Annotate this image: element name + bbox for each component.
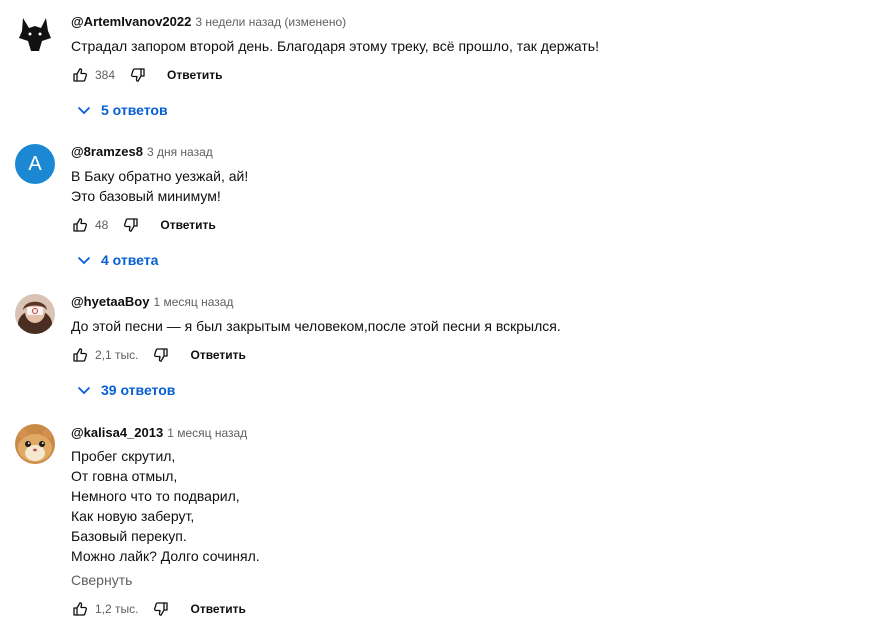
thumbs-up-icon — [73, 348, 88, 362]
comment-line: Страдал запором второй день. Благодаря э… — [71, 38, 599, 54]
thumbs-up-icon — [73, 218, 88, 232]
thumbs-up-icon — [73, 68, 88, 82]
dislike-button[interactable] — [129, 66, 147, 84]
comment-author[interactable]: @hyetaaBoy — [71, 294, 149, 309]
like-button[interactable] — [71, 346, 89, 364]
reply-button[interactable]: Ответить — [190, 348, 245, 362]
dislike-button[interactable] — [152, 346, 170, 364]
hamster-photo — [15, 424, 55, 464]
chevron-down-icon — [76, 102, 92, 118]
reply-button[interactable]: Ответить — [190, 602, 245, 616]
thumbs-down-icon — [131, 68, 145, 82]
view-replies-button[interactable]: 5 ответов — [76, 100, 168, 120]
like-count: 1,2 тыс. — [95, 602, 139, 616]
replies-count-label: 5 ответов — [101, 102, 168, 118]
comment-line: Немного что то подварил, — [71, 488, 240, 504]
chevron-down-icon — [76, 252, 92, 268]
comment-author[interactable]: @8ramzes8 — [71, 144, 143, 159]
like-button[interactable] — [71, 216, 89, 234]
comment-line: Это базовый минимум! — [71, 188, 221, 204]
comment-actions: 48 Ответить — [71, 215, 216, 235]
reply-button[interactable]: Ответить — [160, 218, 215, 232]
view-replies-button[interactable]: 4 ответа — [76, 250, 158, 270]
like-count: 384 — [95, 68, 116, 82]
comment-line: Как новую заберут, — [71, 508, 195, 524]
comment-header: @kalisa4_2013 1 месяц назад — [71, 424, 247, 442]
dislike-button[interactable] — [122, 216, 140, 234]
comment-actions: 384 Ответить — [71, 65, 222, 85]
comment-text: В Баку обратно уезжай, ай! Это базовый м… — [71, 166, 248, 206]
thumbs-down-icon — [124, 218, 139, 232]
replies-count-label: 39 ответов — [101, 382, 176, 398]
comment-header: @8ramzes8 3 дня назад — [71, 143, 213, 161]
comment-header: @hyetaaBoy 1 месяц назад — [71, 293, 233, 311]
comment-header: @ArtemIvanov2022 3 недели назад (изменено… — [71, 13, 346, 31]
like-count: 2,1 тыс. — [95, 348, 139, 362]
avatar-letter: A — [28, 153, 42, 175]
comment-time[interactable]: 3 недели назад (изменено) — [195, 15, 346, 29]
reply-button[interactable]: Ответить — [167, 68, 222, 82]
comment-line: Можно лайк? Долго сочинял. — [71, 548, 260, 564]
like-button[interactable] — [71, 600, 89, 618]
chevron-down-icon — [76, 382, 92, 398]
thumbs-down-icon — [154, 348, 169, 362]
comment-author[interactable]: @kalisa4_2013 — [71, 425, 163, 440]
avatar[interactable] — [15, 294, 55, 334]
photo-avatar — [15, 294, 55, 334]
comment-line: До этой песни — я был закрытым человеком… — [71, 318, 561, 334]
comment-time[interactable]: 1 месяц назад — [153, 295, 233, 309]
dislike-button[interactable] — [152, 600, 170, 618]
comment-text: До этой песни — я был закрытым человеком… — [71, 316, 561, 336]
comment-line: Базовый перекуп. — [71, 528, 187, 544]
comment-line: Пробег скрутил, — [71, 448, 176, 464]
comment-line: От говна отмыл, — [71, 468, 178, 484]
wolf-icon — [15, 14, 55, 54]
thumbs-down-icon — [154, 602, 169, 616]
comment-time[interactable]: 3 дня назад — [147, 145, 213, 159]
replies-count-label: 4 ответа — [101, 252, 159, 268]
avatar[interactable] — [15, 14, 55, 54]
comment-actions: 1,2 тыс. Ответить — [71, 599, 246, 619]
comment-time[interactable]: 1 месяц назад — [167, 426, 247, 440]
like-button[interactable] — [71, 66, 89, 84]
avatar[interactable] — [15, 424, 55, 464]
thumbs-up-icon — [73, 602, 88, 616]
comment-actions: 2,1 тыс. Ответить — [71, 345, 246, 365]
collapse-text-button[interactable]: Свернуть — [71, 572, 132, 588]
view-replies-button[interactable]: 39 ответов — [76, 380, 175, 400]
comment-text: Страдал запором второй день. Благодаря э… — [71, 36, 599, 56]
avatar[interactable]: A — [15, 144, 55, 184]
comment-author[interactable]: @ArtemIvanov2022 — [71, 14, 191, 29]
comment-line: В Баку обратно уезжай, ай! — [71, 168, 249, 184]
like-count: 48 — [95, 218, 109, 232]
comment-text: Пробег скрутил, От говна отмыл, Немного … — [71, 446, 260, 566]
